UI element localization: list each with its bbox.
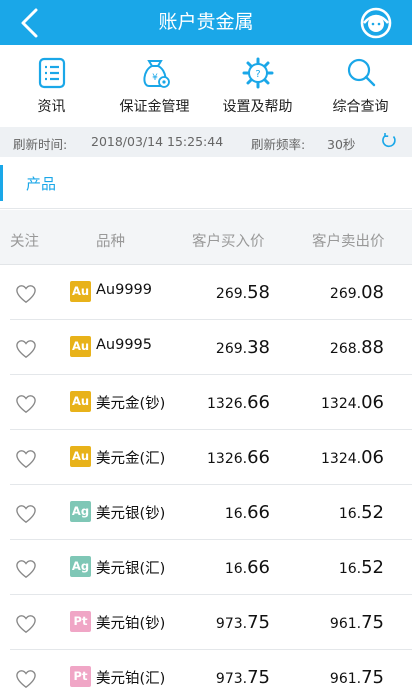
buy-price: 269.38 bbox=[215, 337, 270, 358]
buy-price: 16.66 bbox=[224, 557, 270, 578]
customer-service-icon[interactable] bbox=[358, 5, 394, 41]
menu-news-label: 资讯 bbox=[37, 99, 66, 115]
settings-help-icon: ? bbox=[242, 57, 273, 89]
product-name: 美元金(钞) bbox=[96, 396, 166, 412]
buy-price: 269.58 bbox=[215, 282, 270, 303]
sell-price: 961.75 bbox=[329, 667, 384, 688]
table-row[interactable]: Au Au9995 269.38 268.88 bbox=[0, 320, 412, 375]
menu-news[interactable]: 资讯 bbox=[0, 45, 103, 127]
refresh-time-label: 刷新时间: bbox=[13, 137, 68, 152]
metal-badge: Ag bbox=[70, 556, 91, 577]
table-row[interactable]: Pt 美元铂(汇) 973.75 961.75 bbox=[0, 650, 412, 698]
table-row[interactable]: Pt 美元铂(钞) 973.75 961.75 bbox=[0, 595, 412, 650]
svg-text:?: ? bbox=[255, 69, 260, 80]
table-row[interactable]: Ag 美元银(钞) 16.66 16.52 bbox=[0, 485, 412, 540]
refresh-info-bar: 刷新时间: 2018/03/14 15:25:44 刷新频率: 30秒 bbox=[0, 127, 412, 157]
menu-margin[interactable]: ¥ 保证金管理 bbox=[103, 45, 206, 127]
table-header: 关注 品种 客户买入价 客户卖出价 bbox=[0, 210, 412, 265]
heart-icon[interactable] bbox=[15, 669, 37, 689]
header-buy-price: 客户买入价 bbox=[192, 234, 265, 250]
product-name: 美元银(汇) bbox=[96, 561, 166, 577]
buy-price: 1326.66 bbox=[207, 392, 270, 413]
metal-badge: Au bbox=[70, 446, 91, 467]
heart-icon[interactable] bbox=[15, 614, 37, 634]
metal-badge: Au bbox=[70, 391, 91, 412]
metal-badge: Au bbox=[70, 336, 91, 357]
metal-badge: Pt bbox=[70, 611, 91, 632]
table-row[interactable]: Ag 美元银(汇) 16.66 16.52 bbox=[0, 540, 412, 595]
tab-products[interactable]: 产品 bbox=[26, 173, 56, 194]
heart-icon[interactable] bbox=[15, 449, 37, 469]
menu-settings-label: 设置及帮助 bbox=[222, 99, 293, 115]
news-icon bbox=[38, 57, 65, 89]
sell-price: 1324.06 bbox=[321, 447, 384, 468]
heart-icon[interactable] bbox=[15, 394, 37, 414]
product-name: Au9999 bbox=[96, 282, 153, 298]
top-bar: 账户贵金属 bbox=[0, 0, 412, 45]
refresh-frequency-label: 刷新频率: bbox=[251, 137, 306, 152]
buy-price: 1326.66 bbox=[207, 447, 270, 468]
heart-icon[interactable] bbox=[15, 504, 37, 524]
product-name: 美元铂(钞) bbox=[96, 616, 166, 632]
table-row[interactable]: Au Au9999 269.58 269.08 bbox=[0, 265, 412, 320]
menu-settings[interactable]: ? 设置及帮助 bbox=[206, 45, 309, 127]
table-row[interactable]: Au 美元金(汇) 1326.66 1324.06 bbox=[0, 430, 412, 485]
menu-query[interactable]: 综合查询 bbox=[309, 45, 412, 127]
buy-price: 16.66 bbox=[224, 502, 270, 523]
refresh-frequency-value[interactable]: 30秒 bbox=[327, 134, 355, 153]
heart-icon[interactable] bbox=[15, 284, 37, 304]
table-row[interactable]: Au 美元金(钞) 1326.66 1324.06 bbox=[0, 375, 412, 430]
menu-query-label: 综合查询 bbox=[332, 99, 389, 115]
sell-price: 268.88 bbox=[329, 337, 384, 358]
heart-icon[interactable] bbox=[15, 559, 37, 579]
search-icon bbox=[347, 58, 375, 87]
header-sell-price: 客户卖出价 bbox=[312, 234, 385, 250]
refresh-icon[interactable] bbox=[380, 132, 398, 150]
metal-badge: Ag bbox=[70, 501, 91, 522]
sell-price: 269.08 bbox=[329, 282, 384, 303]
header-variety: 品种 bbox=[96, 234, 125, 250]
heart-icon[interactable] bbox=[15, 339, 37, 359]
product-name: 美元金(汇) bbox=[96, 451, 166, 467]
menu-margin-label: 保证金管理 bbox=[119, 99, 190, 115]
function-menu: 资讯 ¥ 保证金管理 ? 设置及帮助 综合查询 bbox=[0, 45, 412, 127]
sell-price: 1324.06 bbox=[321, 392, 384, 413]
metal-badge: Pt bbox=[70, 666, 91, 687]
sell-price: 961.75 bbox=[329, 612, 384, 633]
product-name: 美元铂(汇) bbox=[96, 671, 166, 687]
buy-price: 973.75 bbox=[215, 667, 270, 688]
sell-price: 16.52 bbox=[338, 502, 384, 523]
money-bag-icon: ¥ bbox=[143, 60, 170, 88]
product-name: Au9995 bbox=[96, 337, 153, 353]
page-title: 账户贵金属 bbox=[158, 11, 254, 33]
metal-badge: Au bbox=[70, 281, 91, 302]
product-name: 美元银(钞) bbox=[96, 506, 166, 522]
tab-bar: 产品 bbox=[0, 157, 412, 209]
refresh-time-value: 2018/03/14 15:25:44 bbox=[91, 134, 224, 149]
tab-active-indicator bbox=[0, 165, 3, 201]
sell-price: 16.52 bbox=[338, 557, 384, 578]
buy-price: 973.75 bbox=[215, 612, 270, 633]
header-follow: 关注 bbox=[10, 234, 39, 250]
svg-text:¥: ¥ bbox=[152, 73, 158, 83]
